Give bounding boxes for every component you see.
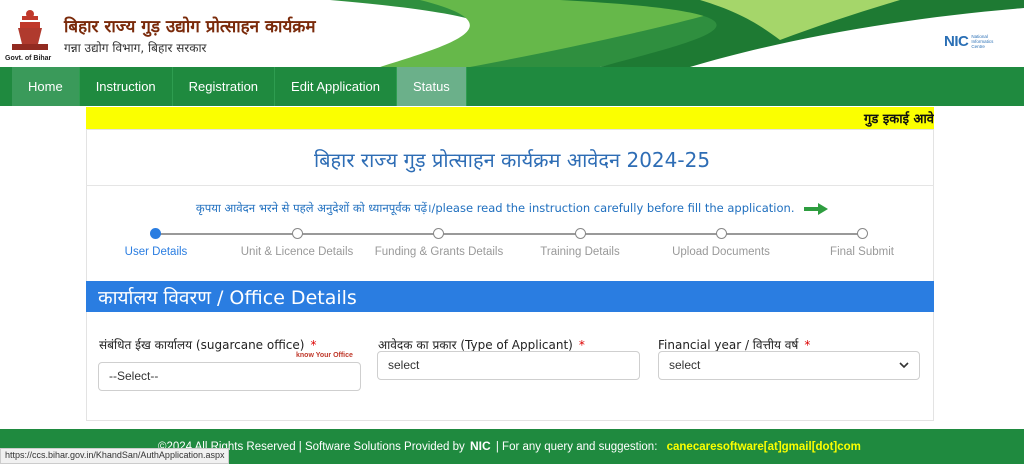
- step-dot-training[interactable]: [575, 228, 586, 239]
- site-title: बिहार राज्य गुड़ उद्योग प्रोत्साहन कार्य…: [64, 17, 316, 37]
- logo-caption: Govt. of Bihar: [5, 55, 52, 62]
- financial-year-select[interactable]: select: [658, 351, 920, 380]
- required-marker: *: [578, 338, 585, 352]
- financial-year-label-text: Financial year / वित्तीय वर्ष: [658, 338, 799, 352]
- nav-item-instruction[interactable]: Instruction: [80, 67, 173, 106]
- step-dot-unit-licence[interactable]: [292, 228, 303, 239]
- section-title: कार्यालय विवरण / Office Details: [98, 287, 357, 309]
- office-field-label: संबंधित ईख कार्यालय (sugarcane office) *: [99, 336, 316, 353]
- office-select-value: --Select--: [109, 369, 159, 383]
- step-label-final-submit[interactable]: Final Submit: [830, 246, 894, 258]
- step-dot-user-details[interactable]: [150, 228, 161, 239]
- chevron-down-icon: [899, 362, 909, 369]
- financial-year-select-value: select: [669, 358, 701, 372]
- applicant-type-select[interactable]: select: [377, 351, 640, 380]
- know-your-office-link[interactable]: know Your Office: [296, 352, 353, 359]
- site-header: Govt. of Bihar बिहार राज्य गुड़ उद्योग प…: [0, 0, 1024, 67]
- form-title: बिहार राज्य गुड़ प्रोत्साहन कार्यक्रम आव…: [313, 148, 711, 172]
- required-marker: *: [310, 338, 317, 352]
- step-dot-upload-documents[interactable]: [716, 228, 727, 239]
- instruction-link[interactable]: कृपया आवेदन भरने से पहले अनुदेशों को ध्य…: [0, 201, 1024, 216]
- instruction-text: कृपया आवेदन भरने से पहले अनुदेशों को ध्य…: [195, 201, 795, 215]
- title-divider: [86, 185, 934, 186]
- announcement-marquee: गुड इकाई आवे: [86, 107, 934, 129]
- site-subtitle: गन्ना उद्योग विभाग, बिहार सरकार: [64, 41, 207, 55]
- marquee-text: गुड इकाई आवे: [864, 112, 934, 127]
- office-label-text: संबंधित ईख कार्यालय (sugarcane office): [99, 338, 305, 352]
- applicant-type-select-value: select: [388, 358, 420, 372]
- step-label-training[interactable]: Training Details: [540, 246, 619, 258]
- footer-text: ©2024 All Rights Reserved | Software Sol…: [158, 439, 861, 453]
- step-dot-funding-grants[interactable]: [433, 228, 444, 239]
- footer-query-text: | For any query and suggestion:: [495, 441, 658, 453]
- nav-item-registration[interactable]: Registration: [173, 67, 276, 106]
- step-dot-final-submit[interactable]: [857, 228, 868, 239]
- browser-status-url: https://ccs.bihar.gov.in/KhandSan/AuthAp…: [0, 448, 230, 464]
- arrow-right-icon: [804, 202, 829, 215]
- nav-item-home[interactable]: Home: [12, 67, 80, 106]
- nic-logo-text: NIC: [944, 32, 969, 50]
- nic-logo: NIC National Informatics Centre: [944, 30, 1001, 52]
- stepper-line: [156, 233, 862, 235]
- step-label-unit-licence[interactable]: Unit & Licence Details: [241, 246, 354, 258]
- footer-nic-logo: NIC: [470, 439, 491, 453]
- nav-item-edit-application[interactable]: Edit Application: [275, 67, 397, 106]
- footer-email[interactable]: canecaresoftware[at]gmail[dot]com: [667, 441, 861, 453]
- office-details-banner: कार्यालय विवरण / Office Details: [86, 281, 934, 312]
- required-marker: *: [804, 338, 811, 352]
- main-nav: Home Instruction Registration Edit Appli…: [0, 67, 1024, 106]
- office-select[interactable]: --Select--: [98, 362, 361, 391]
- nic-logo-caption: National Informatics Centre: [971, 33, 994, 49]
- nav-item-status[interactable]: Status: [396, 67, 467, 106]
- applicant-type-label-text: आवेदक का प्रकार (Type of Applicant): [378, 338, 573, 352]
- step-label-upload-documents[interactable]: Upload Documents: [672, 246, 770, 258]
- step-label-funding-grants[interactable]: Funding & Grants Details: [375, 246, 503, 258]
- step-label-user-details[interactable]: User Details: [125, 246, 188, 258]
